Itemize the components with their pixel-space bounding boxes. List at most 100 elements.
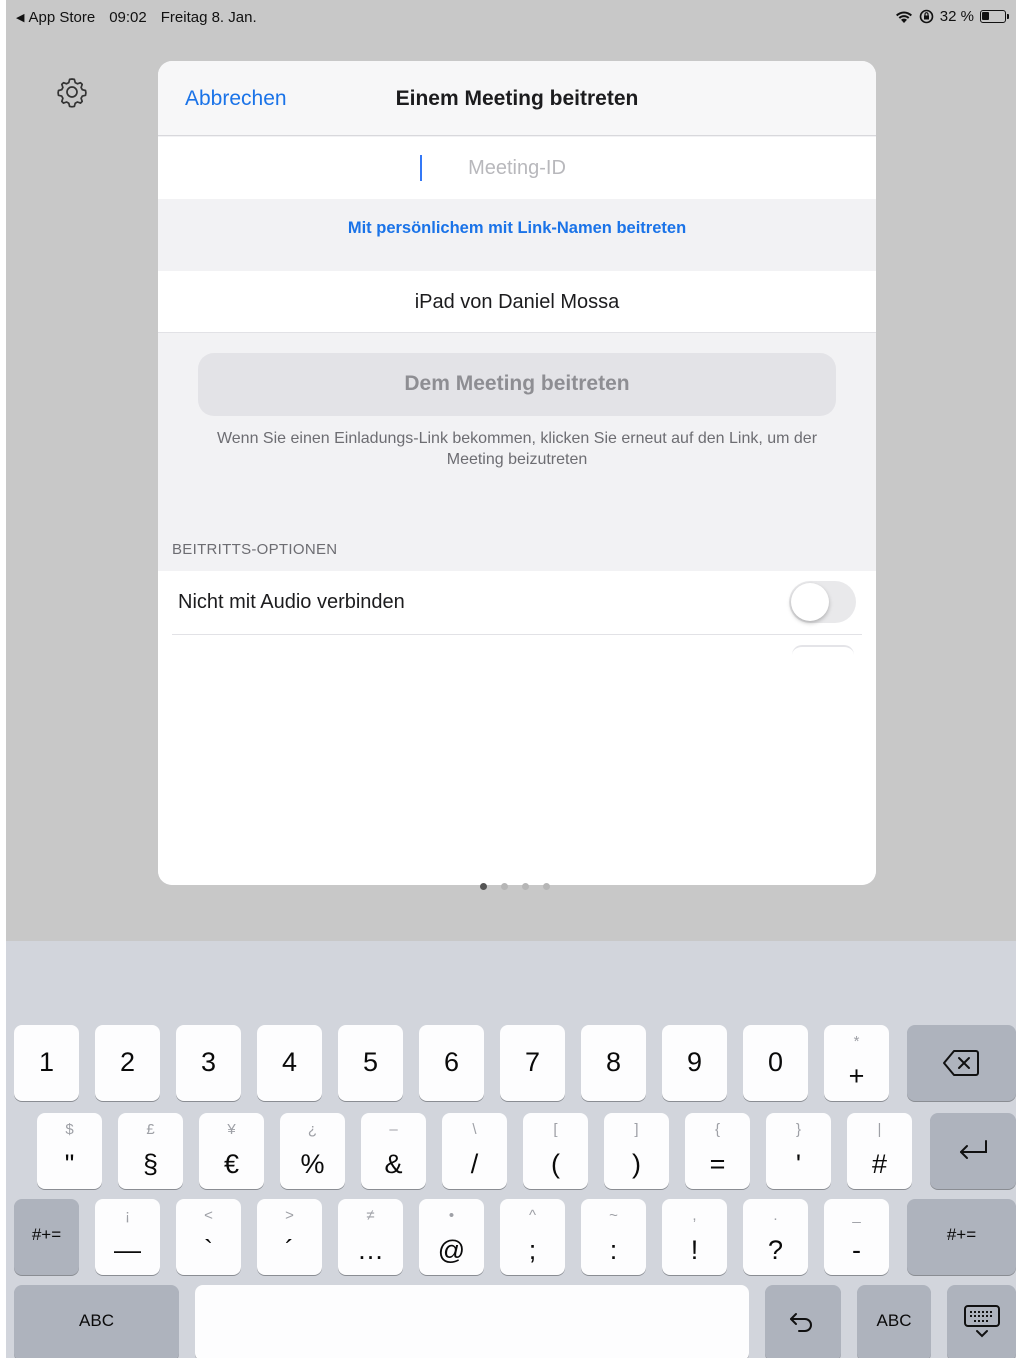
key[interactable]: 1: [14, 1025, 79, 1101]
key-label: 6: [443, 1047, 460, 1077]
key-label: ': [795, 1149, 802, 1179]
delete-key[interactable]: [907, 1025, 1016, 1101]
key[interactable]: ~:: [581, 1199, 646, 1275]
key-label: @: [437, 1235, 466, 1265]
key[interactable]: [(: [523, 1113, 588, 1189]
key-label: (: [551, 1149, 560, 1179]
join-meeting-dialog: Abbrechen Einem Meeting beitreten Mit pe…: [158, 61, 876, 885]
key[interactable]: 3: [176, 1025, 241, 1101]
key-label: #+=: [946, 1225, 977, 1244]
keyboard-dismiss-icon: [964, 1305, 1000, 1338]
key-label: /: [470, 1149, 479, 1179]
key[interactable]: .?: [743, 1199, 808, 1275]
symbols-key-left[interactable]: #+=: [14, 1199, 79, 1275]
return-icon: [960, 1140, 987, 1159]
key[interactable]: < `: [176, 1199, 241, 1275]
key-label: §: [142, 1149, 159, 1179]
abc-key-left[interactable]: ABC: [14, 1285, 179, 1358]
page-indicator: [480, 883, 550, 890]
link-name-row: Mit persönlichem mit Link-Namen beitrete…: [158, 200, 876, 270]
undo-icon: [790, 1313, 812, 1332]
key[interactable]: ]): [604, 1113, 669, 1189]
key[interactable]: ¥ €: [199, 1113, 264, 1189]
key[interactable]: 0: [743, 1025, 808, 1101]
key[interactable]: 4: [257, 1025, 322, 1101]
key[interactable]: 2: [95, 1025, 160, 1101]
key-label: &: [384, 1149, 403, 1179]
page-dot: [501, 883, 508, 890]
key[interactable]: | #: [847, 1113, 912, 1189]
key[interactable]: * +: [824, 1025, 889, 1101]
key[interactable]: } ': [766, 1113, 831, 1189]
key-label: =: [709, 1149, 726, 1179]
key[interactable]: _ -: [824, 1199, 889, 1275]
invite-link-hint: Wenn Sie einen Einladungs-Link bekommen,…: [216, 430, 818, 468]
key[interactable]: ¡ —: [95, 1199, 160, 1275]
key[interactable]: £ §: [118, 1113, 183, 1189]
gear-icon[interactable]: [56, 76, 88, 108]
key-label: #: [871, 1149, 888, 1179]
key[interactable]: ,!: [662, 1199, 727, 1275]
key-label: 2: [119, 1047, 136, 1077]
page-dot: [543, 883, 550, 890]
key-label: 4: [281, 1047, 298, 1077]
abc-key-right[interactable]: ABC: [857, 1285, 931, 1358]
key[interactable]: 7: [500, 1025, 565, 1101]
back-to-app-link[interactable]: ◀ App Store: [16, 9, 95, 26]
join-with-link-name-link[interactable]: Mit persönlichem mit Link-Namen beitrete…: [158, 219, 876, 238]
key-label: ;: [528, 1235, 537, 1265]
symbols-key-right[interactable]: #+=: [907, 1199, 1016, 1275]
key-label: 3: [200, 1047, 217, 1077]
status-date: Freitag 8. Jan.: [160, 9, 257, 26]
key-label: ": [64, 1149, 75, 1179]
key-alt-label: [: [553, 1121, 558, 1138]
key[interactable]: {=: [685, 1113, 750, 1189]
key[interactable]: – &: [361, 1113, 426, 1189]
text-cursor: [420, 155, 422, 181]
key[interactable]: \ /: [442, 1113, 507, 1189]
key-label: #+=: [31, 1225, 62, 1244]
meeting-id-input[interactable]: [158, 137, 876, 199]
no-audio-toggle[interactable]: [789, 581, 856, 623]
dialog-title: Einem Meeting beitreten: [395, 87, 639, 110]
key[interactable]: 9: [662, 1025, 727, 1101]
space-bar[interactable]: [195, 1285, 749, 1358]
key[interactable]: 6: [419, 1025, 484, 1101]
return-key[interactable]: [930, 1113, 1016, 1189]
page-dot: [522, 883, 529, 890]
join-meeting-label: Dem Meeting beitreten: [404, 372, 630, 395]
key[interactable]: 8: [581, 1025, 646, 1101]
status-time: 09:02: [109, 9, 147, 26]
key[interactable]: $ ": [37, 1113, 102, 1189]
key-label: ´: [285, 1235, 294, 1265]
option-row-no-audio: Nicht mit Audio verbinden: [158, 571, 876, 635]
hide-keyboard-key[interactable]: [947, 1285, 1016, 1358]
key[interactable]: • @: [419, 1199, 484, 1275]
orientation-lock-icon: [919, 9, 934, 24]
key[interactable]: 5: [338, 1025, 403, 1101]
undo-key[interactable]: [765, 1285, 841, 1358]
key-alt-label: ¿: [307, 1121, 318, 1138]
display-name-row[interactable]: iPad von Daniel Mossa: [158, 271, 876, 333]
key-label: 5: [362, 1047, 379, 1077]
key-alt-label: £: [146, 1121, 155, 1138]
key-label: :: [609, 1235, 618, 1265]
partial-toggle[interactable]: [792, 645, 854, 655]
key[interactable]: ^;: [500, 1199, 565, 1275]
key-label: —: [114, 1235, 141, 1265]
key-label: 1: [38, 1047, 55, 1077]
meeting-id-row: [158, 137, 876, 199]
key-alt-label: .: [773, 1207, 778, 1224]
key[interactable]: ¿%: [280, 1113, 345, 1189]
key-alt-label: ¥: [227, 1121, 236, 1138]
key-alt-label: ^: [528, 1207, 537, 1224]
join-meeting-button[interactable]: Dem Meeting beitreten: [198, 353, 836, 416]
toggle-knob: [791, 583, 829, 621]
key-label: ABC: [876, 1311, 912, 1330]
key[interactable]: > ´: [257, 1199, 322, 1275]
app-screen: ◀ App Store 09:02 Freitag 8. Jan. 32 % A…: [6, 0, 1016, 1358]
key-alt-label: $: [65, 1121, 74, 1138]
page-dot: [480, 883, 487, 890]
key-alt-label: {: [714, 1121, 720, 1138]
key[interactable]: ≠…: [338, 1199, 403, 1275]
